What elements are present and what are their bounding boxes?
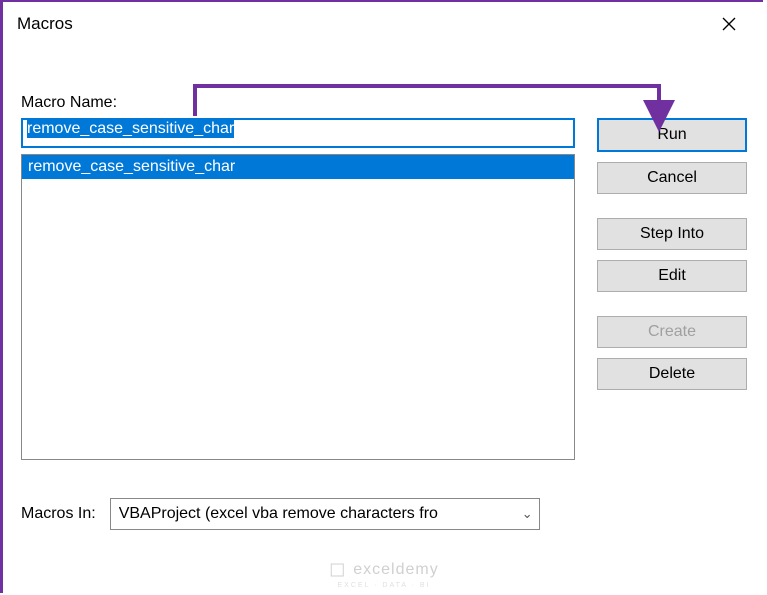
macro-list[interactable]: remove_case_sensitive_char bbox=[21, 154, 575, 460]
dialog-content: Macro Name: remove_case_sensitive_char r… bbox=[3, 46, 765, 530]
chevron-down-icon: ⌄ bbox=[522, 506, 533, 522]
step-into-button[interactable]: Step Into bbox=[597, 218, 747, 250]
macros-in-dropdown[interactable]: VBAProject (excel vba remove characters … bbox=[110, 498, 540, 530]
dropdown-selected: VBAProject (excel vba remove characters … bbox=[119, 505, 438, 523]
dialog-title: Macros bbox=[17, 14, 73, 34]
macro-name-input[interactable]: remove_case_sensitive_char bbox=[21, 118, 575, 148]
create-button: Create bbox=[597, 316, 747, 348]
watermark-sub: EXCEL · DATA · BI bbox=[338, 582, 431, 589]
macro-name-value: remove_case_sensitive_char bbox=[27, 119, 234, 138]
cancel-button[interactable]: Cancel bbox=[597, 162, 747, 194]
macros-dialog: Macros Macro Name: remove_case_sensitive… bbox=[3, 2, 765, 593]
edit-button[interactable]: Edit bbox=[597, 260, 747, 292]
run-button[interactable]: Run bbox=[597, 118, 747, 152]
macro-name-label: Macro Name: bbox=[21, 94, 747, 112]
watermark: exceldemy bbox=[329, 561, 438, 579]
watermark-icon bbox=[329, 562, 345, 578]
watermark-text: exceldemy bbox=[353, 561, 438, 579]
macros-in-label: Macros In: bbox=[21, 505, 96, 523]
delete-button[interactable]: Delete bbox=[597, 358, 747, 390]
close-icon bbox=[722, 17, 736, 31]
macro-list-item[interactable]: remove_case_sensitive_char bbox=[22, 155, 574, 179]
titlebar: Macros bbox=[3, 2, 765, 46]
close-button[interactable] bbox=[709, 4, 749, 44]
